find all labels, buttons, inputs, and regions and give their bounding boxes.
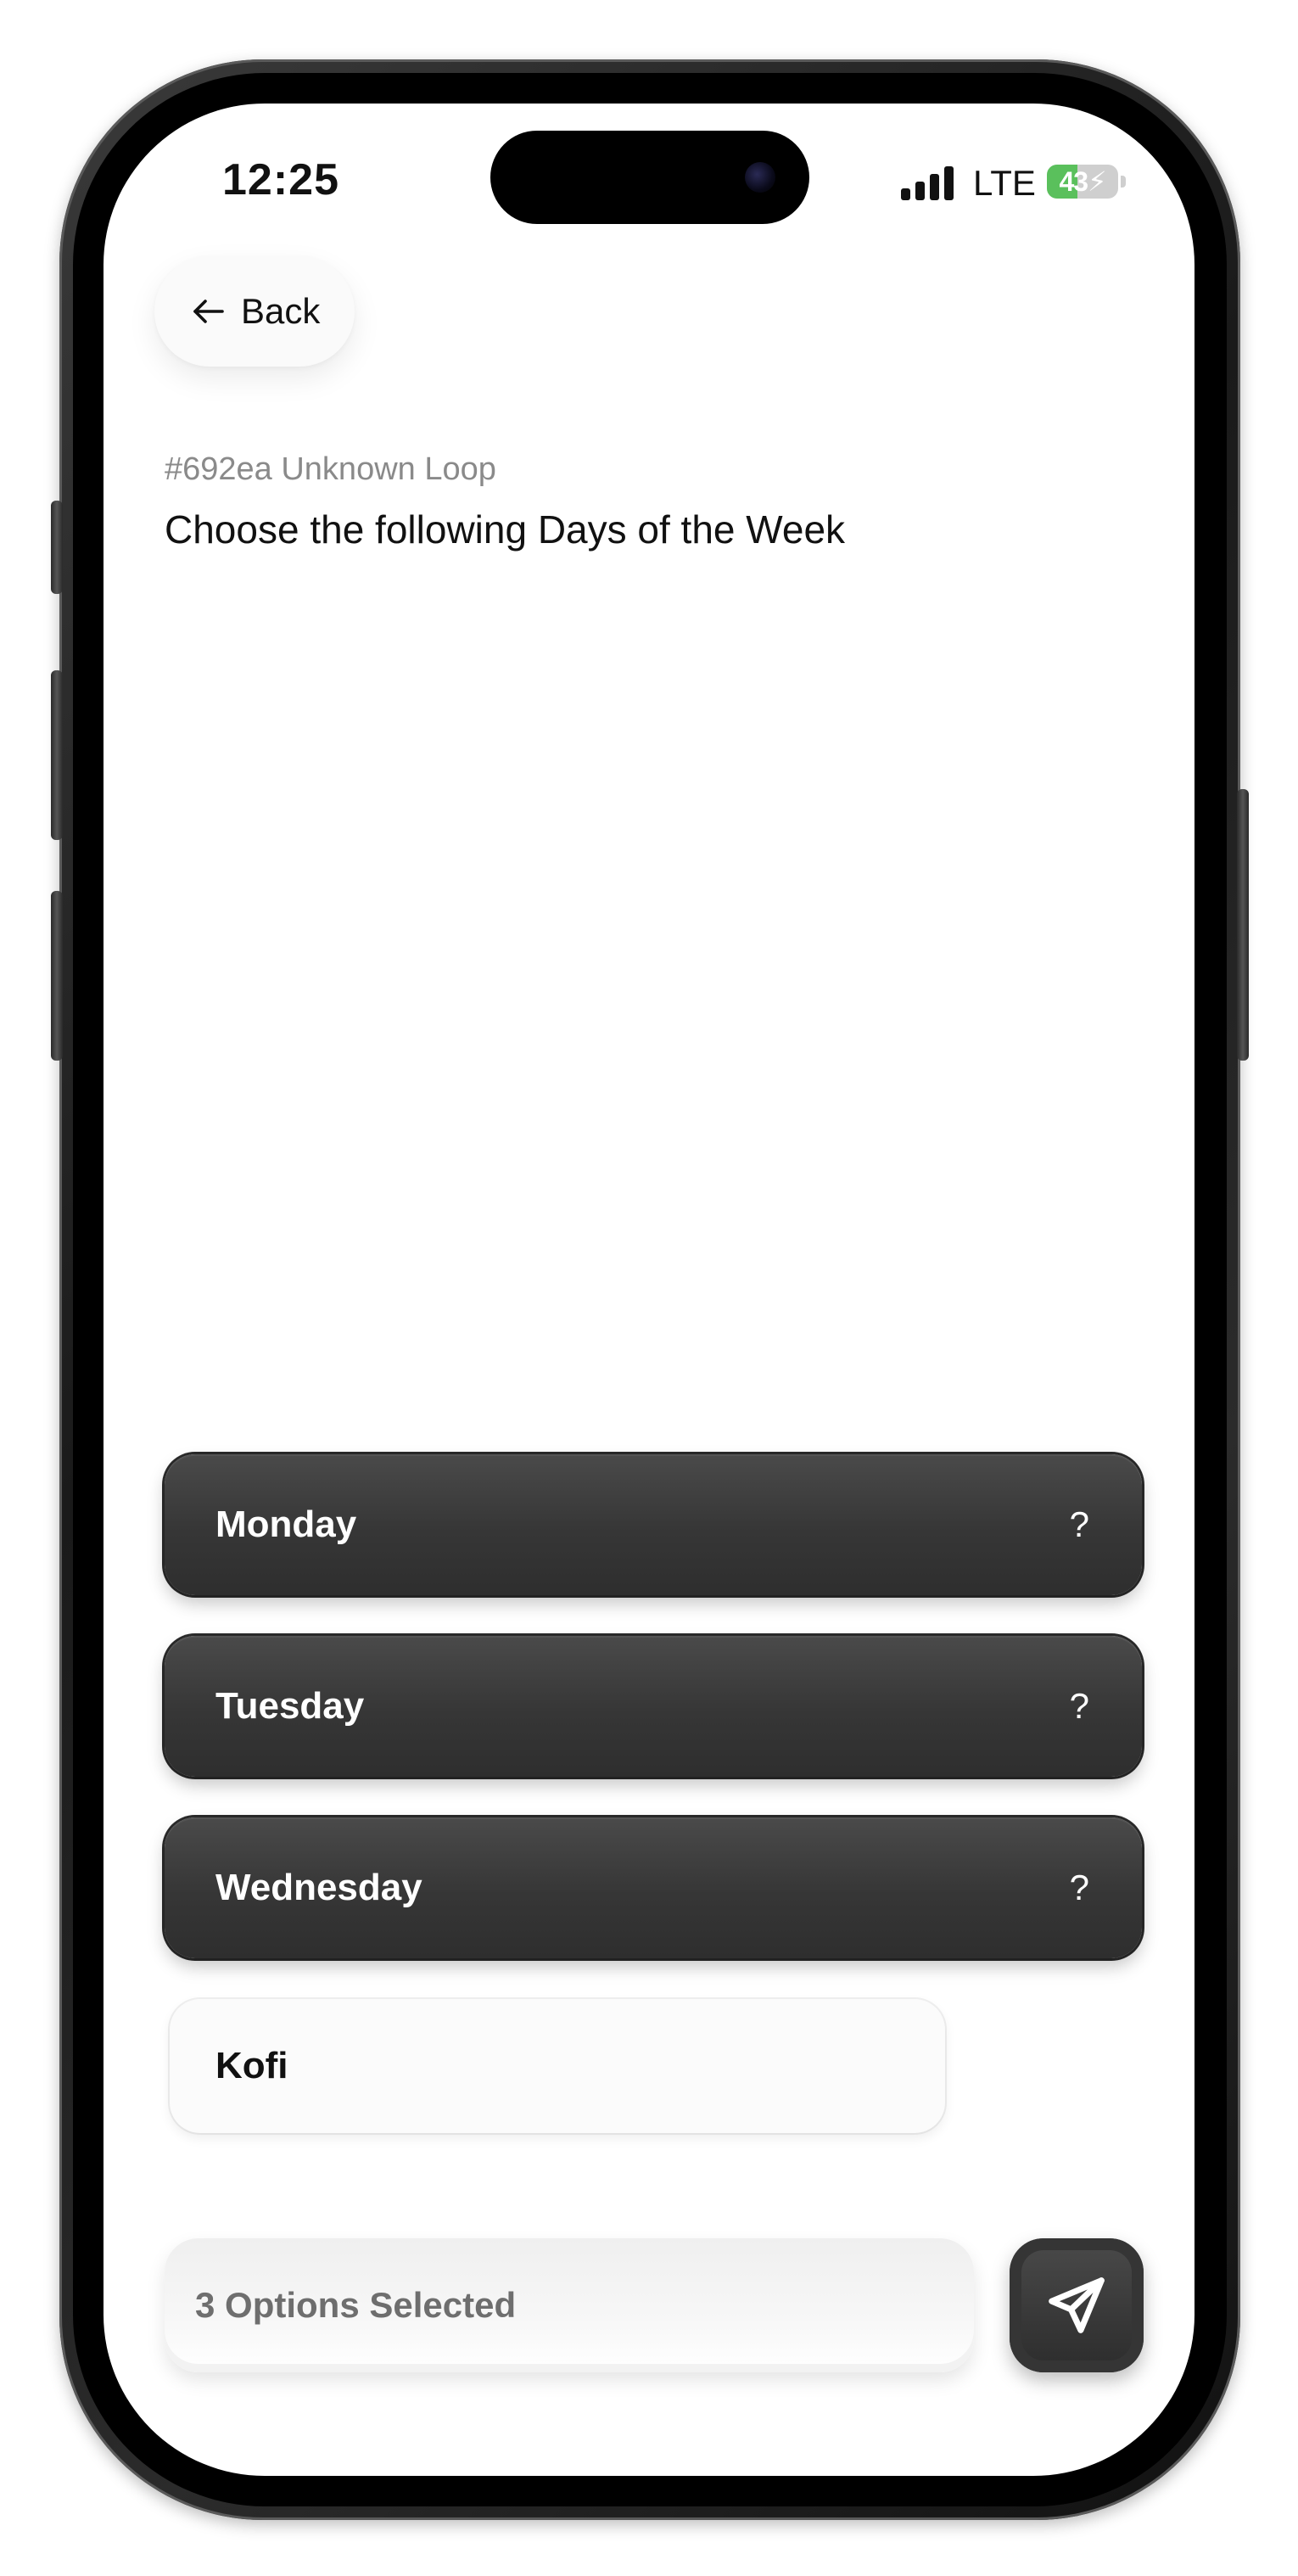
battery-icon: 43 ⚡: [1047, 165, 1118, 199]
option-hint-icon[interactable]: ?: [1070, 1504, 1089, 1545]
loop-id-label: #692ea Unknown Loop: [165, 451, 496, 487]
dynamic-island: [490, 131, 809, 224]
front-camera-icon: [745, 162, 775, 193]
volume-up-side-button: [51, 670, 63, 840]
back-button-label: Back: [241, 291, 321, 331]
volume-down-side-button: [51, 891, 63, 1061]
option-hint-icon[interactable]: ?: [1070, 1686, 1089, 1727]
option-wednesday[interactable]: Wednesday ?: [165, 1817, 1142, 1958]
paper-plane-icon: [1049, 2277, 1105, 2333]
power-side-button: [1237, 789, 1249, 1061]
back-button[interactable]: Back: [154, 256, 355, 367]
option-label: Monday: [215, 1504, 357, 1545]
option-tuesday[interactable]: Tuesday ?: [165, 1636, 1142, 1777]
option-monday[interactable]: Monday ?: [165, 1454, 1142, 1595]
battery-terminal: [1121, 176, 1126, 188]
option-label: Wednesday: [215, 1867, 422, 1908]
selection-summary-field: 3 Options Selected: [165, 2238, 974, 2372]
selection-summary-text: 3 Options Selected: [195, 2285, 517, 2325]
cellular-signal-icon: [901, 165, 955, 200]
option-kofi[interactable]: Kofi: [170, 1999, 945, 2133]
arrow-left-icon: [193, 300, 224, 323]
send-button[interactable]: [1010, 2238, 1144, 2372]
battery-percentage: 43 ⚡: [1059, 165, 1106, 198]
question-title: Choose the following Days of the Week: [165, 507, 846, 552]
option-hint-icon[interactable]: ?: [1070, 1868, 1089, 1908]
action-side-button: [51, 501, 63, 594]
charging-bolt-icon: ⚡: [1088, 166, 1106, 197]
option-label: Kofi: [215, 2045, 288, 2086]
app-screen: 12:25 LTE 43 ⚡ Back #692ea Unknown Loop C…: [104, 104, 1194, 2476]
option-label: Tuesday: [215, 1685, 365, 1727]
network-type-label: LTE: [973, 163, 1036, 203]
status-time: 12:25: [222, 155, 339, 204]
